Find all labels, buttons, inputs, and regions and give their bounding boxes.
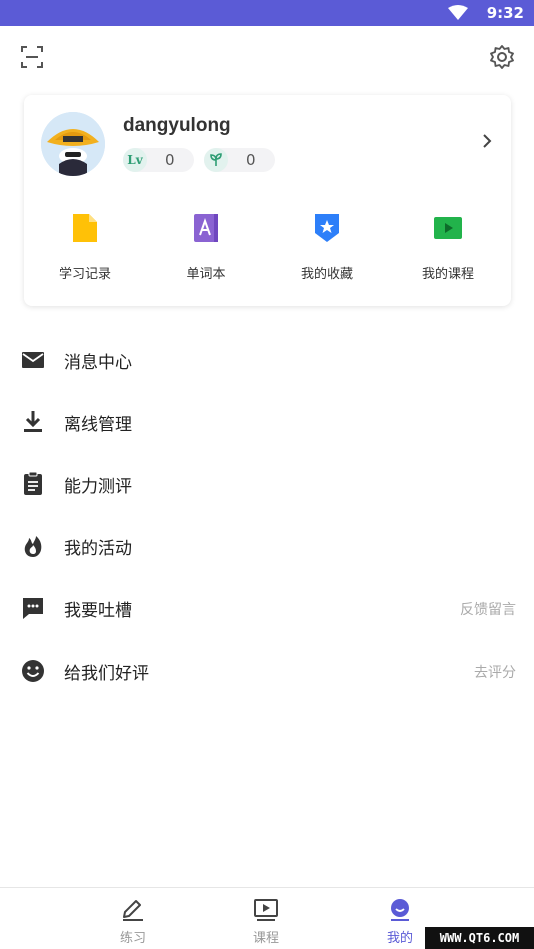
smiley-icon xyxy=(22,660,44,682)
watermark: WWW.QT6.COM xyxy=(425,927,534,949)
study-record-icon xyxy=(73,214,97,242)
avatar[interactable] xyxy=(41,112,105,176)
shortcut-label: 学习记录 xyxy=(58,267,111,282)
tab-practice[interactable]: 练习 xyxy=(103,898,163,946)
menu-item-feedback[interactable]: 我要吐槽 反馈留言 xyxy=(0,582,534,634)
favorites-icon xyxy=(315,214,339,242)
menu-item-rate-us[interactable]: 给我们好评 去评分 xyxy=(0,645,534,697)
tab-label: 课程 xyxy=(252,931,279,946)
chevron-right-icon[interactable] xyxy=(481,133,493,149)
status-time: 9:32 xyxy=(486,4,524,22)
menu-label: 我要吐槽 xyxy=(64,601,132,621)
profile-card[interactable]: dangyulong Lv 0 0 学习记录 单词本 我的收藏 我的课程 xyxy=(24,95,511,306)
username: dangyulong xyxy=(123,115,231,136)
tab-mine[interactable]: 我的 xyxy=(370,898,430,946)
shortcut-wordbook[interactable]: 单词本 xyxy=(151,213,261,282)
shortcut-study-record[interactable]: 学习记录 xyxy=(30,213,140,282)
menu-right-text: 去评分 xyxy=(474,665,516,681)
tab-courses[interactable]: 课程 xyxy=(236,898,296,946)
menu-label: 我的活动 xyxy=(64,539,132,559)
flame-icon xyxy=(24,536,42,557)
shortcut-favorites[interactable]: 我的收藏 xyxy=(272,213,382,282)
status-bar: 9:32 xyxy=(0,0,534,26)
menu-label: 消息中心 xyxy=(64,353,132,373)
chat-bubble-icon xyxy=(23,598,43,619)
mail-icon xyxy=(22,352,44,368)
my-courses-icon xyxy=(434,217,462,239)
level-badge: Lv xyxy=(123,148,147,172)
level-pill: Lv 0 xyxy=(123,148,194,172)
scan-icon[interactable] xyxy=(19,44,45,70)
wordbook-icon xyxy=(194,214,218,242)
pencil-icon xyxy=(123,900,143,921)
settings-gear-icon[interactable] xyxy=(489,44,515,70)
clipboard-icon xyxy=(24,471,42,495)
menu-right-text: 反馈留言 xyxy=(460,602,516,618)
tab-label: 我的 xyxy=(386,931,413,946)
menu-item-ability-assessment[interactable]: 能力测评 xyxy=(0,458,534,510)
menu-label: 能力测评 xyxy=(64,477,132,497)
level-value: 0 xyxy=(165,151,175,169)
tab-label: 练习 xyxy=(119,931,146,946)
avatar-image xyxy=(41,112,105,176)
sprout-pill: 0 xyxy=(204,148,275,172)
profile-face-icon xyxy=(391,899,409,921)
shortcut-label: 我的课程 xyxy=(421,267,474,282)
shortcut-my-courses[interactable]: 我的课程 xyxy=(393,213,503,282)
play-screen-icon xyxy=(254,899,278,921)
menu-item-offline-management[interactable]: 离线管理 xyxy=(0,396,534,448)
download-icon xyxy=(24,411,42,432)
shortcut-label: 我的收藏 xyxy=(300,267,353,282)
wifi-icon xyxy=(448,5,468,20)
menu-label: 给我们好评 xyxy=(64,664,149,684)
shortcut-label: 单词本 xyxy=(186,267,226,282)
menu-label: 离线管理 xyxy=(64,415,132,435)
sprout-value: 0 xyxy=(246,151,256,169)
sprout-icon xyxy=(204,148,228,172)
menu-item-message-center[interactable]: 消息中心 xyxy=(0,334,534,386)
menu-item-my-activities[interactable]: 我的活动 xyxy=(0,520,534,572)
